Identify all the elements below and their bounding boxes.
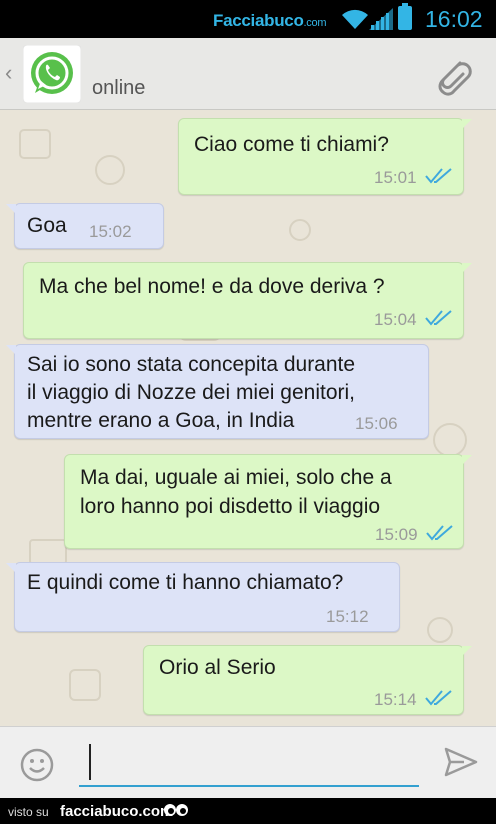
message-bubble-outgoing[interactable]: Ciao come ti chiami? 15:01 — [178, 118, 472, 195]
message-bubble-incoming[interactable]: E quindi come ti hanno chiamato? 15:12 — [6, 562, 400, 632]
chat-header: ‹ online — [0, 38, 496, 110]
read-ticks-icon — [425, 307, 453, 334]
wifi-icon — [341, 8, 369, 35]
message-time: 15:01 — [374, 168, 417, 187]
message-text: Goa — [27, 214, 67, 237]
signal-icon — [369, 8, 393, 35]
message-time: 15:09 — [375, 525, 418, 544]
message-bubble-outgoing[interactable]: Ma dai, uguale ai miei, solo che a loro … — [64, 454, 472, 549]
avatar[interactable] — [23, 45, 81, 103]
message-bubble-outgoing[interactable]: Orio al Serio 15:14 — [143, 645, 472, 715]
footer-watermark: visto su facciabuco.com — [0, 798, 496, 824]
send-icon[interactable] — [444, 747, 478, 782]
footer-brand: facciabuco.com — [60, 803, 174, 820]
message-bubble-incoming[interactable]: Sai io sono stata concepita durante il v… — [6, 344, 429, 439]
battery-icon — [398, 3, 412, 30]
message-input[interactable] — [79, 740, 419, 787]
message-text: Ma che bel nome! e da dove deriva ? — [39, 275, 385, 298]
message-text: Sai io sono stata concepita durante il v… — [27, 353, 356, 432]
paperclip-icon[interactable] — [432, 55, 474, 102]
smiley-icon[interactable] — [20, 748, 54, 787]
read-ticks-icon — [425, 687, 453, 714]
status-bar: Facciabuco.com 16:02 — [0, 0, 496, 38]
message-list[interactable]: Ciao come ti chiami? 15:01 Goa 15:02 Ma … — [0, 110, 496, 726]
whatsapp-logo — [31, 52, 73, 94]
message-text: E quindi come ti hanno chiamato? — [27, 571, 344, 594]
text-caret — [89, 744, 91, 780]
message-text: Ma dai, uguale ai miei, solo che a loro … — [80, 466, 392, 518]
composer-bar — [0, 726, 496, 798]
message-time: 15:06 — [355, 414, 398, 433]
eyes-logo-icon — [163, 801, 189, 822]
read-ticks-icon — [425, 165, 453, 192]
message-bubble-outgoing[interactable]: Ma che bel nome! e da dove deriva ? 15:0… — [23, 262, 472, 339]
message-time: 15:02 — [89, 222, 132, 241]
contact-status: online — [92, 77, 146, 99]
watermark: Facciabuco.com — [213, 11, 327, 30]
clock: 16:02 — [425, 6, 483, 32]
chevron-left-icon[interactable]: ‹ — [5, 60, 12, 86]
message-text: Ciao come ti chiami? — [194, 133, 389, 156]
message-time: 15:04 — [374, 310, 417, 329]
message-time: 15:14 — [374, 690, 417, 709]
footer-visto: visto su — [8, 805, 49, 819]
message-text: Orio al Serio — [159, 656, 276, 679]
read-ticks-icon — [426, 522, 454, 549]
message-time: 15:12 — [326, 607, 369, 626]
message-bubble-incoming[interactable]: Goa 15:02 — [6, 203, 164, 249]
